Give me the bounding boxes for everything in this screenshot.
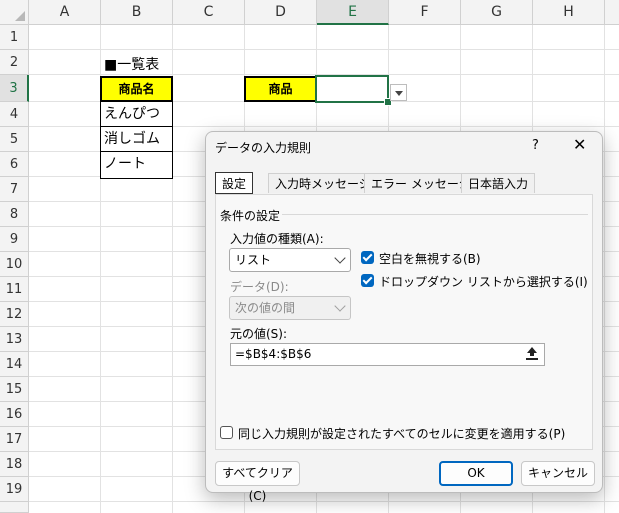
row-header-12[interactable]: 12 — [0, 302, 29, 327]
source-input[interactable]: =$B$4:$B$6 — [230, 343, 545, 366]
data-label: データ(D): — [230, 280, 289, 294]
apply-all-label[interactable]: 同じ入力規則が設定されたすべてのセルに変更を適用する(P) — [238, 425, 565, 442]
row-header-9[interactable]: 9 — [0, 227, 29, 252]
row-header-5[interactable]: 5 — [0, 127, 29, 152]
allow-select-value: リスト — [235, 253, 272, 267]
row-header-15[interactable]: 15 — [0, 377, 29, 402]
ignore-blank-label[interactable]: 空白を無視する(B) — [379, 250, 481, 267]
allow-label: 入力値の種類(A): — [230, 232, 324, 246]
clear-all-button[interactable]: すべてクリア(C) — [215, 461, 300, 503]
row-header-18[interactable]: 18 — [0, 452, 29, 477]
column-header-b[interactable]: B — [101, 0, 173, 25]
chevron-down-icon — [334, 252, 346, 264]
row-header-2[interactable]: 2 — [0, 50, 29, 75]
gridline — [29, 501, 619, 502]
column-header-a[interactable]: A — [29, 0, 101, 25]
row-header-17[interactable]: 17 — [0, 427, 29, 452]
row-header-11[interactable]: 11 — [0, 277, 29, 302]
data-validation-dialog: データの入力規則 ? ✕ 設定 入力時メッセージ エラー メッセージ 日本語入力… — [205, 131, 603, 503]
row-header-10[interactable]: 10 — [0, 252, 29, 277]
collapse-arrow-stem — [530, 352, 534, 356]
column-header-c[interactable]: C — [173, 0, 245, 25]
group-divider — [282, 214, 588, 215]
allow-select[interactable]: リスト — [229, 248, 351, 272]
cell-b4-list-item[interactable]: えんぴつ — [100, 102, 173, 127]
row-header-14[interactable]: 14 — [0, 352, 29, 377]
select-all-corner[interactable] — [0, 0, 29, 25]
column-header-h[interactable]: H — [533, 0, 605, 25]
row-header-6[interactable]: 6 — [0, 152, 29, 177]
ignore-blank-checkbox[interactable] — [361, 251, 374, 264]
row-header-3[interactable]: 3 — [0, 75, 29, 102]
column-header-partial[interactable] — [605, 0, 619, 25]
cell-e3-active[interactable] — [315, 75, 389, 103]
collapse-arrow-base — [526, 358, 538, 360]
row-header-partial[interactable] — [0, 502, 29, 513]
source-label: 元の値(S): — [230, 327, 288, 341]
range-select-button[interactable] — [522, 345, 542, 363]
row-header-4[interactable]: 4 — [0, 102, 29, 127]
close-button[interactable]: ✕ — [573, 135, 586, 154]
chevron-down-icon — [395, 91, 403, 96]
tab-settings[interactable]: 設定 — [215, 172, 254, 194]
column-header-d[interactable]: D — [245, 0, 317, 25]
cell-d3-label[interactable]: 商品 — [244, 76, 317, 102]
chevron-down-icon — [334, 300, 346, 312]
gridline — [604, 25, 605, 513]
cell-b2-title[interactable]: ■一覧表 — [104, 54, 159, 74]
cancel-button[interactable]: キャンセル — [521, 461, 595, 486]
data-operator-select: 次の値の間 — [229, 296, 351, 320]
group-title: 条件の設定 — [220, 209, 281, 223]
row-header-16[interactable]: 16 — [0, 402, 29, 427]
cell-dropdown-button[interactable] — [390, 84, 407, 101]
data-operator-value: 次の値の間 — [235, 301, 296, 315]
tab-ime-mode[interactable]: 日本語入力 — [461, 173, 536, 193]
in-cell-dropdown-label[interactable]: ドロップダウン リストから選択する(I) — [379, 273, 588, 290]
column-header-e[interactable]: E — [317, 0, 389, 25]
select-all-triangle-icon — [15, 11, 25, 21]
apply-all-checkbox[interactable] — [220, 426, 233, 439]
cell-b3-header[interactable]: 商品名 — [100, 76, 173, 102]
row-header-1[interactable]: 1 — [0, 25, 29, 50]
tab-input-message[interactable]: 入力時メッセージ — [268, 173, 378, 193]
row-header-19[interactable]: 19 — [0, 477, 29, 502]
ok-button[interactable]: OK — [439, 461, 513, 486]
column-header-f[interactable]: F — [389, 0, 461, 25]
cell-b5-list-item[interactable]: 消しゴム — [100, 127, 173, 152]
dialog-title: データの入力規則 — [215, 141, 312, 155]
row-header-8[interactable]: 8 — [0, 202, 29, 227]
column-header-g[interactable]: G — [461, 0, 533, 25]
cell-b6-list-item[interactable]: ノート — [100, 152, 173, 179]
in-cell-dropdown-checkbox[interactable] — [361, 274, 374, 287]
row-header-13[interactable]: 13 — [0, 327, 29, 352]
gridline — [29, 49, 619, 50]
help-button[interactable]: ? — [532, 138, 539, 153]
row-header-7[interactable]: 7 — [0, 177, 29, 202]
